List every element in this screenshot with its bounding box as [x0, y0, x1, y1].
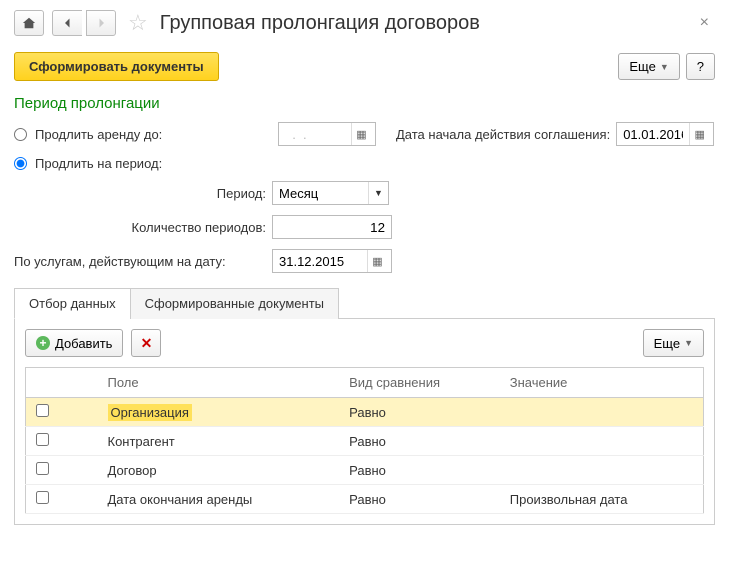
- row-checkbox[interactable]: [36, 404, 49, 417]
- cell-comparison: Равно: [341, 485, 502, 514]
- extend-to-radio[interactable]: [14, 128, 27, 141]
- chevron-down-icon: ▼: [660, 62, 669, 72]
- plus-icon: +: [36, 336, 50, 350]
- chevron-down-icon: ▼: [684, 338, 693, 348]
- favorite-star-icon[interactable]: ☆: [128, 10, 148, 36]
- col-comparison: Вид сравнения: [341, 368, 502, 398]
- generate-documents-button[interactable]: Сформировать документы: [14, 52, 219, 81]
- cell-value: [502, 398, 704, 427]
- calendar-icon[interactable]: ▦: [689, 123, 709, 145]
- cell-value: [502, 456, 704, 485]
- more-label: Еще: [629, 59, 655, 74]
- inner-more-label: Еще: [654, 336, 680, 351]
- table-row[interactable]: Организация Равно: [26, 398, 704, 427]
- page-title: Групповая пролонгация договоров: [160, 12, 686, 35]
- chevron-down-icon[interactable]: ▼: [368, 182, 388, 204]
- col-field: Поле: [100, 368, 342, 398]
- arrow-right-icon: [95, 17, 107, 29]
- extend-period-label: Продлить на период:: [35, 156, 162, 171]
- services-date-input[interactable]: [273, 251, 367, 272]
- home-icon: [22, 16, 36, 30]
- agreement-start-date-input[interactable]: [617, 124, 689, 145]
- help-button[interactable]: ?: [686, 53, 715, 80]
- tab-filter[interactable]: Отбор данных: [14, 288, 131, 319]
- period-count-input[interactable]: [272, 215, 392, 239]
- cell-field: Договор: [100, 456, 342, 485]
- calendar-icon[interactable]: ▦: [351, 123, 371, 145]
- extend-to-date-input[interactable]: [279, 124, 351, 145]
- cell-field: Дата окончания аренды: [100, 485, 342, 514]
- period-select[interactable]: [273, 182, 368, 204]
- row-checkbox[interactable]: [36, 491, 49, 504]
- filter-table: Поле Вид сравнения Значение Организация …: [25, 367, 704, 514]
- close-button[interactable]: ×: [694, 14, 715, 32]
- table-row[interactable]: Дата окончания аренды Равно Произвольная…: [26, 485, 704, 514]
- cell-value: Произвольная дата: [502, 485, 704, 514]
- extend-period-radio[interactable]: [14, 157, 27, 170]
- inner-more-button[interactable]: Еще ▼: [643, 329, 704, 357]
- extend-to-label: Продлить аренду до:: [35, 127, 162, 142]
- period-count-label: Количество периодов:: [14, 220, 266, 235]
- cell-field: Контрагент: [100, 427, 342, 456]
- cell-value: [502, 427, 704, 456]
- back-button[interactable]: [52, 10, 82, 36]
- cell-comparison: Равно: [341, 456, 502, 485]
- cell-field: Организация: [108, 404, 192, 421]
- col-value: Значение: [502, 368, 704, 398]
- add-button[interactable]: + Добавить: [25, 329, 123, 357]
- table-row[interactable]: Договор Равно: [26, 456, 704, 485]
- more-button[interactable]: Еще ▼: [618, 53, 679, 80]
- tab-documents[interactable]: Сформированные документы: [130, 288, 339, 319]
- cell-comparison: Равно: [341, 398, 502, 427]
- delete-button[interactable]: ✕: [131, 329, 161, 357]
- row-checkbox[interactable]: [36, 433, 49, 446]
- table-row[interactable]: Контрагент Равно: [26, 427, 704, 456]
- cell-comparison: Равно: [341, 427, 502, 456]
- row-checkbox[interactable]: [36, 462, 49, 475]
- section-title: Период пролонгации: [14, 95, 715, 112]
- agreement-start-label: Дата начала действия соглашения:: [396, 127, 610, 142]
- calendar-icon[interactable]: ▦: [367, 250, 387, 272]
- forward-button[interactable]: [86, 10, 116, 36]
- home-button[interactable]: [14, 10, 44, 36]
- arrow-left-icon: [62, 17, 74, 29]
- add-label: Добавить: [55, 336, 112, 351]
- period-label: Период:: [14, 186, 266, 201]
- services-date-label: По услугам, действующим на дату:: [14, 254, 266, 269]
